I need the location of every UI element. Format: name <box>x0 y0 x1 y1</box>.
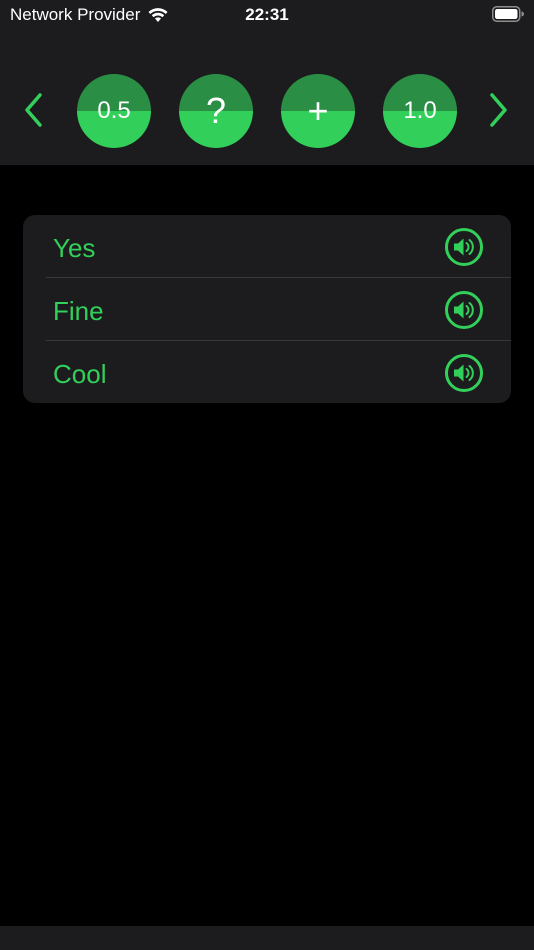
speaker-icon[interactable] <box>444 290 484 330</box>
help-button[interactable]: ? <box>179 74 253 148</box>
speed-half-button[interactable]: 0.5 <box>77 74 151 148</box>
list-item[interactable]: Fine <box>23 278 511 341</box>
phrase-list: Yes Fine Cool <box>23 215 511 403</box>
list-item-label: Fine <box>53 296 104 326</box>
speaker-icon[interactable] <box>444 353 484 393</box>
speaker-icon[interactable] <box>444 227 484 267</box>
chevron-right-icon[interactable] <box>486 92 510 128</box>
speed-half-label: 0.5 <box>97 97 131 124</box>
speed-normal-label: 1.0 <box>403 97 437 124</box>
list-item[interactable]: Yes <box>23 215 511 278</box>
battery-icon <box>492 6 524 22</box>
list-item[interactable]: Cool <box>23 341 511 403</box>
list-item-label: Yes <box>53 233 96 263</box>
clock: 22:31 <box>245 5 289 24</box>
list-item-label: Cool <box>53 359 107 389</box>
help-label: ? <box>205 90 227 131</box>
add-button[interactable]: + <box>281 74 355 148</box>
add-label: + <box>307 90 329 131</box>
chevron-left-icon[interactable] <box>22 92 46 128</box>
toolbar: 0.5 ? + 1.0 <box>0 30 534 165</box>
bottom-bar <box>0 926 534 950</box>
speed-normal-button[interactable]: 1.0 <box>383 74 457 148</box>
status-bar: Network Provider 22:31 <box>0 0 534 30</box>
